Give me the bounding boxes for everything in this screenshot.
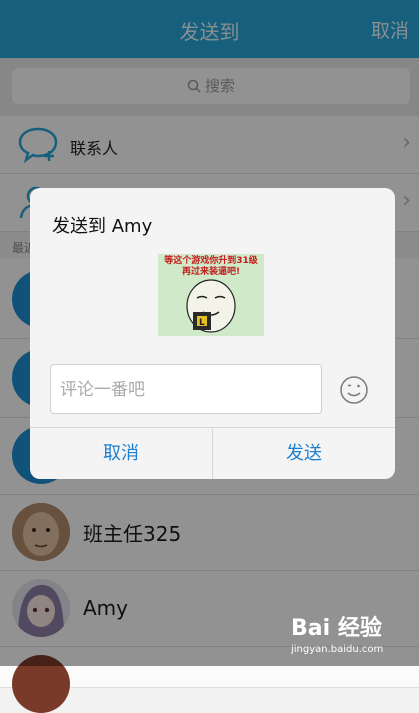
image-preview[interactable]: 等这个游戏你升到31级再过来装逼吧! L (158, 254, 264, 336)
send-button[interactable]: 发送 (213, 428, 395, 479)
image-caption: 等这个游戏你升到31级再过来装逼吧! (164, 256, 258, 277)
svg-text:L: L (199, 318, 205, 328)
cancel-button[interactable]: 取消 (30, 428, 213, 479)
dialog-title: 发送到 Amy (52, 216, 153, 237)
baidu-jingyan-watermark: Bai 经验 jingyan.baidu.com (287, 608, 407, 660)
comment-input[interactable]: 评论一番吧 (50, 364, 322, 414)
watermark-url: jingyan.baidu.com (291, 644, 384, 655)
dialog-button-bar: 取消 发送 (30, 427, 395, 479)
watermark-logo: Bai 经验 (291, 616, 382, 641)
send-to-dialog: 发送到 Amy 等这个游戏你升到31级再过来装逼吧! L 评论一番吧 取消 发送 (30, 188, 395, 479)
emoji-icon[interactable] (339, 375, 369, 405)
meme-face-icon: L (186, 279, 236, 333)
